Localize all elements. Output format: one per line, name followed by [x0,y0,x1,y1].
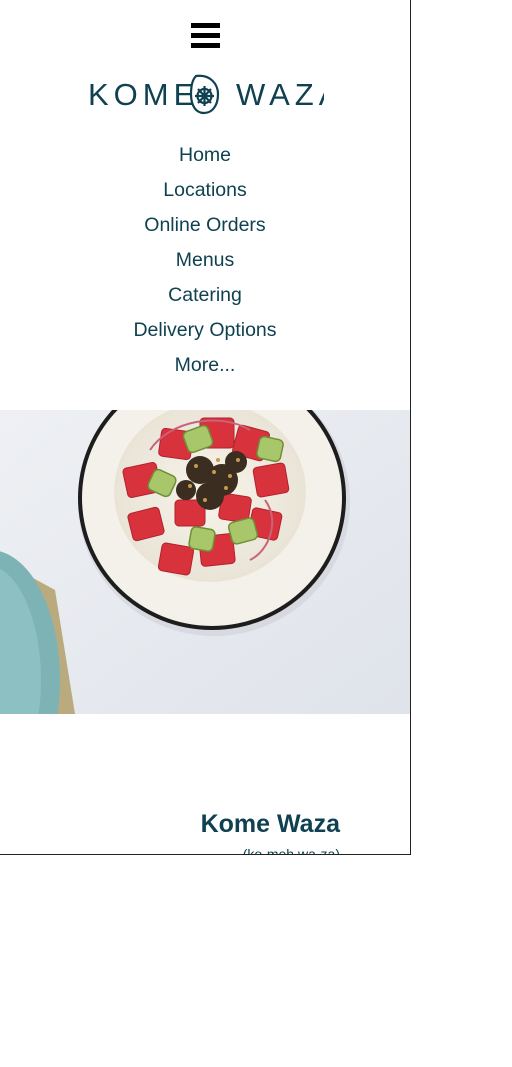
nav-item-home[interactable]: Home [0,138,410,173]
nav-item-more[interactable]: More... [0,348,410,383]
nav-item-menus[interactable]: Menus [0,243,410,278]
logo-word-left: KOME [88,77,199,112]
brand-title: Kome Waza [200,810,340,838]
main-nav: Home Locations Online Orders Menus Cater… [0,138,410,383]
logo-word-right: WAZA [236,77,324,112]
nav-item-delivery-options[interactable]: Delivery Options [0,313,410,348]
brand-pronunciation: (ko-meh wa-za) [242,846,340,855]
site-frame: KOME WAZA Home Locations Online Orders M… [0,0,411,855]
nav-item-locations[interactable]: Locations [0,173,410,208]
nav-item-online-orders[interactable]: Online Orders [0,208,410,243]
hamburger-menu-icon[interactable] [190,22,220,50]
poke-bowl-photo [0,410,410,714]
hero-image [0,410,410,714]
nav-item-catering[interactable]: Catering [0,278,410,313]
kome-waza-logo[interactable]: KOME WAZA [88,72,324,116]
